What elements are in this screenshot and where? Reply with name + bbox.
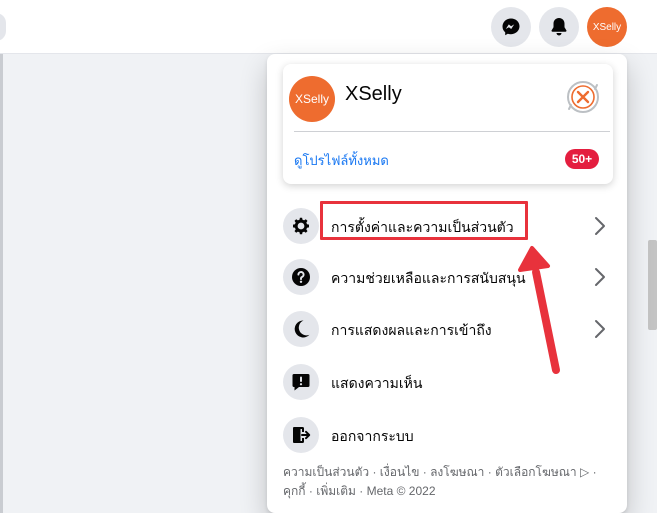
menu-item-label: การแสดงผลและการเข้าถึง [331,322,492,338]
annotation-arrow-icon [518,246,560,374]
left-content-edge [0,54,3,513]
messenger-button[interactable] [491,7,531,47]
bell-icon [551,18,567,36]
moon-icon [283,311,319,347]
feedback-icon [283,364,319,400]
search-field-edge[interactable] [0,13,6,41]
gear-icon [283,208,319,244]
menu-item-label: แสดงความเห็น [331,375,423,391]
page-scrollbar-thumb[interactable] [648,240,657,330]
question-icon [283,259,319,295]
menu-item-label: ความช่วยเหลือและการสนับสนุน [331,270,526,286]
chevron-right-icon [595,268,605,286]
footer-links: ความเป็นส่วนตัว · เงื่อนไข · ลงโฆษณา · ต… [283,463,613,501]
chevron-right-icon [595,320,605,338]
notification-count-badge: 50+ [565,149,599,169]
account-avatar-button[interactable]: XSelly [587,7,627,47]
chevron-right-icon [595,217,605,235]
profile-avatar[interactable]: XSelly [289,76,335,122]
profile-card-divider [294,131,610,132]
see-all-profiles-link[interactable]: ดูโปรไฟล์ทั้งหมด [294,150,389,171]
menu-item-label: ออกจากระบบ [331,428,414,444]
logout-icon [283,417,319,453]
notifications-button[interactable] [539,7,579,47]
messenger-icon [502,18,520,36]
footer-links-line-1[interactable]: ความเป็นส่วนตัว · เงื่อนไข · ลงโฆษณา · ต… [283,463,613,482]
menu-item-log-out[interactable]: ออกจากระบบ [275,410,619,460]
profile-name[interactable]: XSelly [345,83,402,106]
switch-profile-icon[interactable] [566,80,600,114]
annotation-highlight-box [320,201,528,240]
footer-links-line-2[interactable]: คุกกี้ · เพิ่มเติม · Meta © 2022 [283,482,613,501]
